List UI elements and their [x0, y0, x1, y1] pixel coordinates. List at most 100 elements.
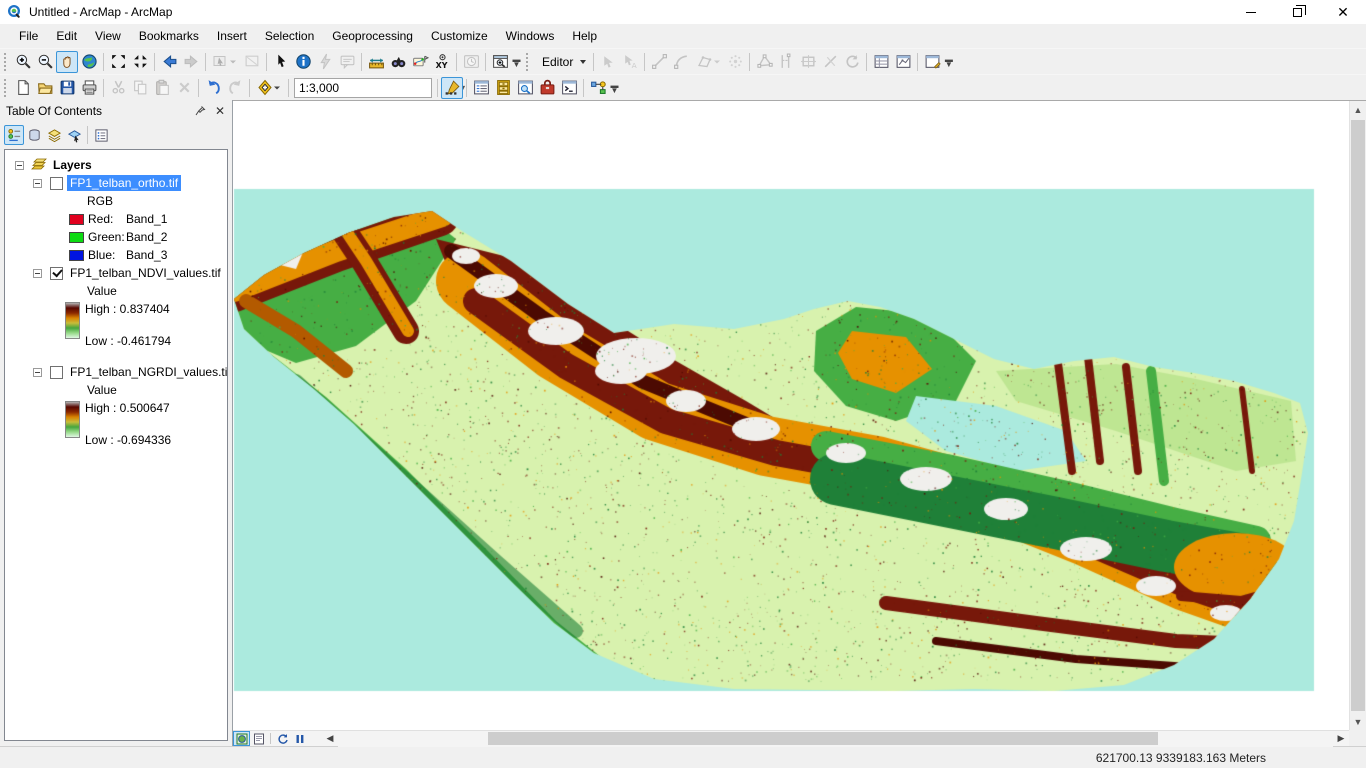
menu-bookmarks[interactable]: Bookmarks	[130, 26, 208, 46]
list-by-selection-button[interactable]	[64, 125, 84, 145]
undo-button[interactable]	[202, 77, 224, 99]
editor-menu-button[interactable]: Editor	[534, 51, 590, 73]
standard-toolbar-overflow-button[interactable]: ▬▼	[609, 77, 620, 99]
data-view-button[interactable]	[233, 731, 250, 746]
scroll-left-icon[interactable]: ◀	[322, 733, 338, 744]
editor-toolbar-overflow-button[interactable]: ▬▼	[943, 51, 954, 73]
fixed-zoom-out-button[interactable]	[129, 51, 151, 73]
svg-text:A: A	[631, 61, 637, 70]
menu-view[interactable]: View	[86, 26, 130, 46]
toc-close-icon[interactable]: ✕	[212, 104, 228, 118]
find-route-tool[interactable]	[409, 51, 431, 73]
scroll-up-icon[interactable]: ▲	[1350, 101, 1366, 118]
toc-options-button[interactable]	[91, 125, 111, 145]
cut-polygons-tool	[797, 51, 819, 73]
endpoint-arc-tool	[670, 51, 692, 73]
restore-button[interactable]	[1274, 0, 1320, 24]
collapse-icon[interactable]	[33, 269, 42, 278]
editor-toolbar-grip[interactable]	[526, 53, 531, 71]
save-button[interactable]	[56, 77, 78, 99]
arctoolbox-window-button[interactable]	[536, 77, 558, 99]
layer-name-ngrdi[interactable]: FP1_telban_NGRDI_values.tif	[67, 364, 228, 380]
find-tool[interactable]	[387, 51, 409, 73]
fixed-zoom-in-button[interactable]	[107, 51, 129, 73]
html-popup-tool	[336, 51, 358, 73]
print-button[interactable]	[78, 77, 100, 99]
map-scale-input[interactable]	[295, 81, 458, 95]
full-extent-button[interactable]	[78, 51, 100, 73]
go-back-extent-button[interactable]	[158, 51, 180, 73]
arcmap-window: Untitled - ArcMap - ArcMap ✕ FileEditVie…	[0, 0, 1366, 768]
menu-customize[interactable]: Customize	[422, 26, 497, 46]
vertical-scrollbar[interactable]: ▲ ▼	[1349, 101, 1366, 730]
search-window-button[interactable]	[514, 77, 536, 99]
identify-tool[interactable]	[292, 51, 314, 73]
attributes-button[interactable]	[870, 51, 892, 73]
create-features-button[interactable]	[921, 51, 943, 73]
menu-selection[interactable]: Selection	[256, 26, 323, 46]
toolbar-grip[interactable]	[4, 53, 9, 71]
go-to-xy-tool[interactable]: XY	[431, 51, 453, 73]
close-button[interactable]: ✕	[1320, 0, 1366, 24]
map-canvas[interactable]	[233, 101, 1349, 731]
pause-drawing-button[interactable]	[291, 731, 308, 746]
menu-insert[interactable]: Insert	[208, 26, 256, 46]
menu-windows[interactable]: Windows	[497, 26, 564, 46]
menu-file[interactable]: File	[10, 26, 47, 46]
go-forward-extent-button	[180, 51, 202, 73]
layer-checkbox-ortho[interactable]	[50, 177, 63, 190]
vertical-scroll-thumb[interactable]	[1351, 120, 1365, 711]
ngrdi-ramp-swatch	[65, 401, 80, 438]
toolbar-overflow-button[interactable]: ▬▼	[511, 51, 522, 73]
list-by-drawing-order-button[interactable]	[4, 125, 24, 145]
menu-geoprocessing[interactable]: Geoprocessing	[323, 26, 422, 46]
collapse-icon[interactable]	[33, 368, 42, 377]
menu-help[interactable]: Help	[563, 26, 606, 46]
standard-toolbar-grip[interactable]	[4, 79, 9, 97]
layers-group-label[interactable]: Layers	[53, 158, 92, 172]
map-scale-combobox[interactable]: ▼	[294, 78, 432, 98]
map-view[interactable]: ▲ ▼ ◀ ▶	[233, 100, 1366, 746]
zoom-in-tool[interactable]	[12, 51, 34, 73]
create-viewer-window-tool[interactable]	[489, 51, 511, 73]
zoom-out-tool[interactable]	[34, 51, 56, 73]
horizontal-scroll-thumb[interactable]	[488, 732, 1158, 745]
redo-button	[224, 77, 246, 99]
catalog-window-button[interactable]	[492, 77, 514, 99]
select-elements-tool[interactable]	[270, 51, 292, 73]
list-by-source-button[interactable]	[24, 125, 44, 145]
list-by-visibility-button[interactable]	[44, 125, 64, 145]
layer-checkbox-ndvi[interactable]	[50, 267, 63, 280]
toc-pin-icon[interactable]	[194, 105, 210, 117]
scroll-down-icon[interactable]: ▼	[1350, 713, 1366, 730]
layer-row-ortho[interactable]: FP1_telban_ortho.tif	[7, 174, 225, 192]
layers-group-row[interactable]: Layers	[7, 156, 225, 174]
horizontal-scrollbar[interactable]	[338, 731, 1333, 747]
toc-toolbar	[0, 122, 232, 148]
layer-name-ndvi[interactable]: FP1_telban_NDVI_values.tif	[67, 265, 224, 281]
editor-toolbar-toggle-button[interactable]	[441, 77, 463, 99]
new-map-button[interactable]	[12, 77, 34, 99]
layer-row-ngrdi[interactable]: FP1_telban_NGRDI_values.tif	[7, 363, 225, 381]
modelbuilder-window-button[interactable]	[587, 77, 609, 99]
collapse-icon[interactable]	[33, 179, 42, 188]
refresh-view-button[interactable]	[274, 731, 291, 746]
layout-view-button[interactable]	[250, 731, 267, 746]
scroll-right-icon[interactable]: ▶	[1333, 733, 1349, 744]
open-button[interactable]	[34, 77, 56, 99]
python-window-button[interactable]	[558, 77, 580, 99]
pan-tool[interactable]	[56, 51, 78, 73]
edit-tool	[597, 51, 619, 73]
layer-checkbox-ngrdi[interactable]	[50, 366, 63, 379]
rotate-tool	[841, 51, 863, 73]
layer-row-ndvi[interactable]: FP1_telban_NDVI_values.tif	[7, 264, 225, 282]
layer-name-ortho[interactable]: FP1_telban_ortho.tif	[67, 175, 181, 191]
table-of-contents-window-button[interactable]	[470, 77, 492, 99]
minimize-button[interactable]	[1228, 0, 1274, 24]
legend-heading-rgb: RGB	[7, 192, 225, 210]
sketch-properties-button[interactable]	[892, 51, 914, 73]
menu-edit[interactable]: Edit	[47, 26, 86, 46]
measure-tool[interactable]	[365, 51, 387, 73]
add-data-button[interactable]	[253, 77, 285, 99]
collapse-icon[interactable]	[15, 161, 24, 170]
